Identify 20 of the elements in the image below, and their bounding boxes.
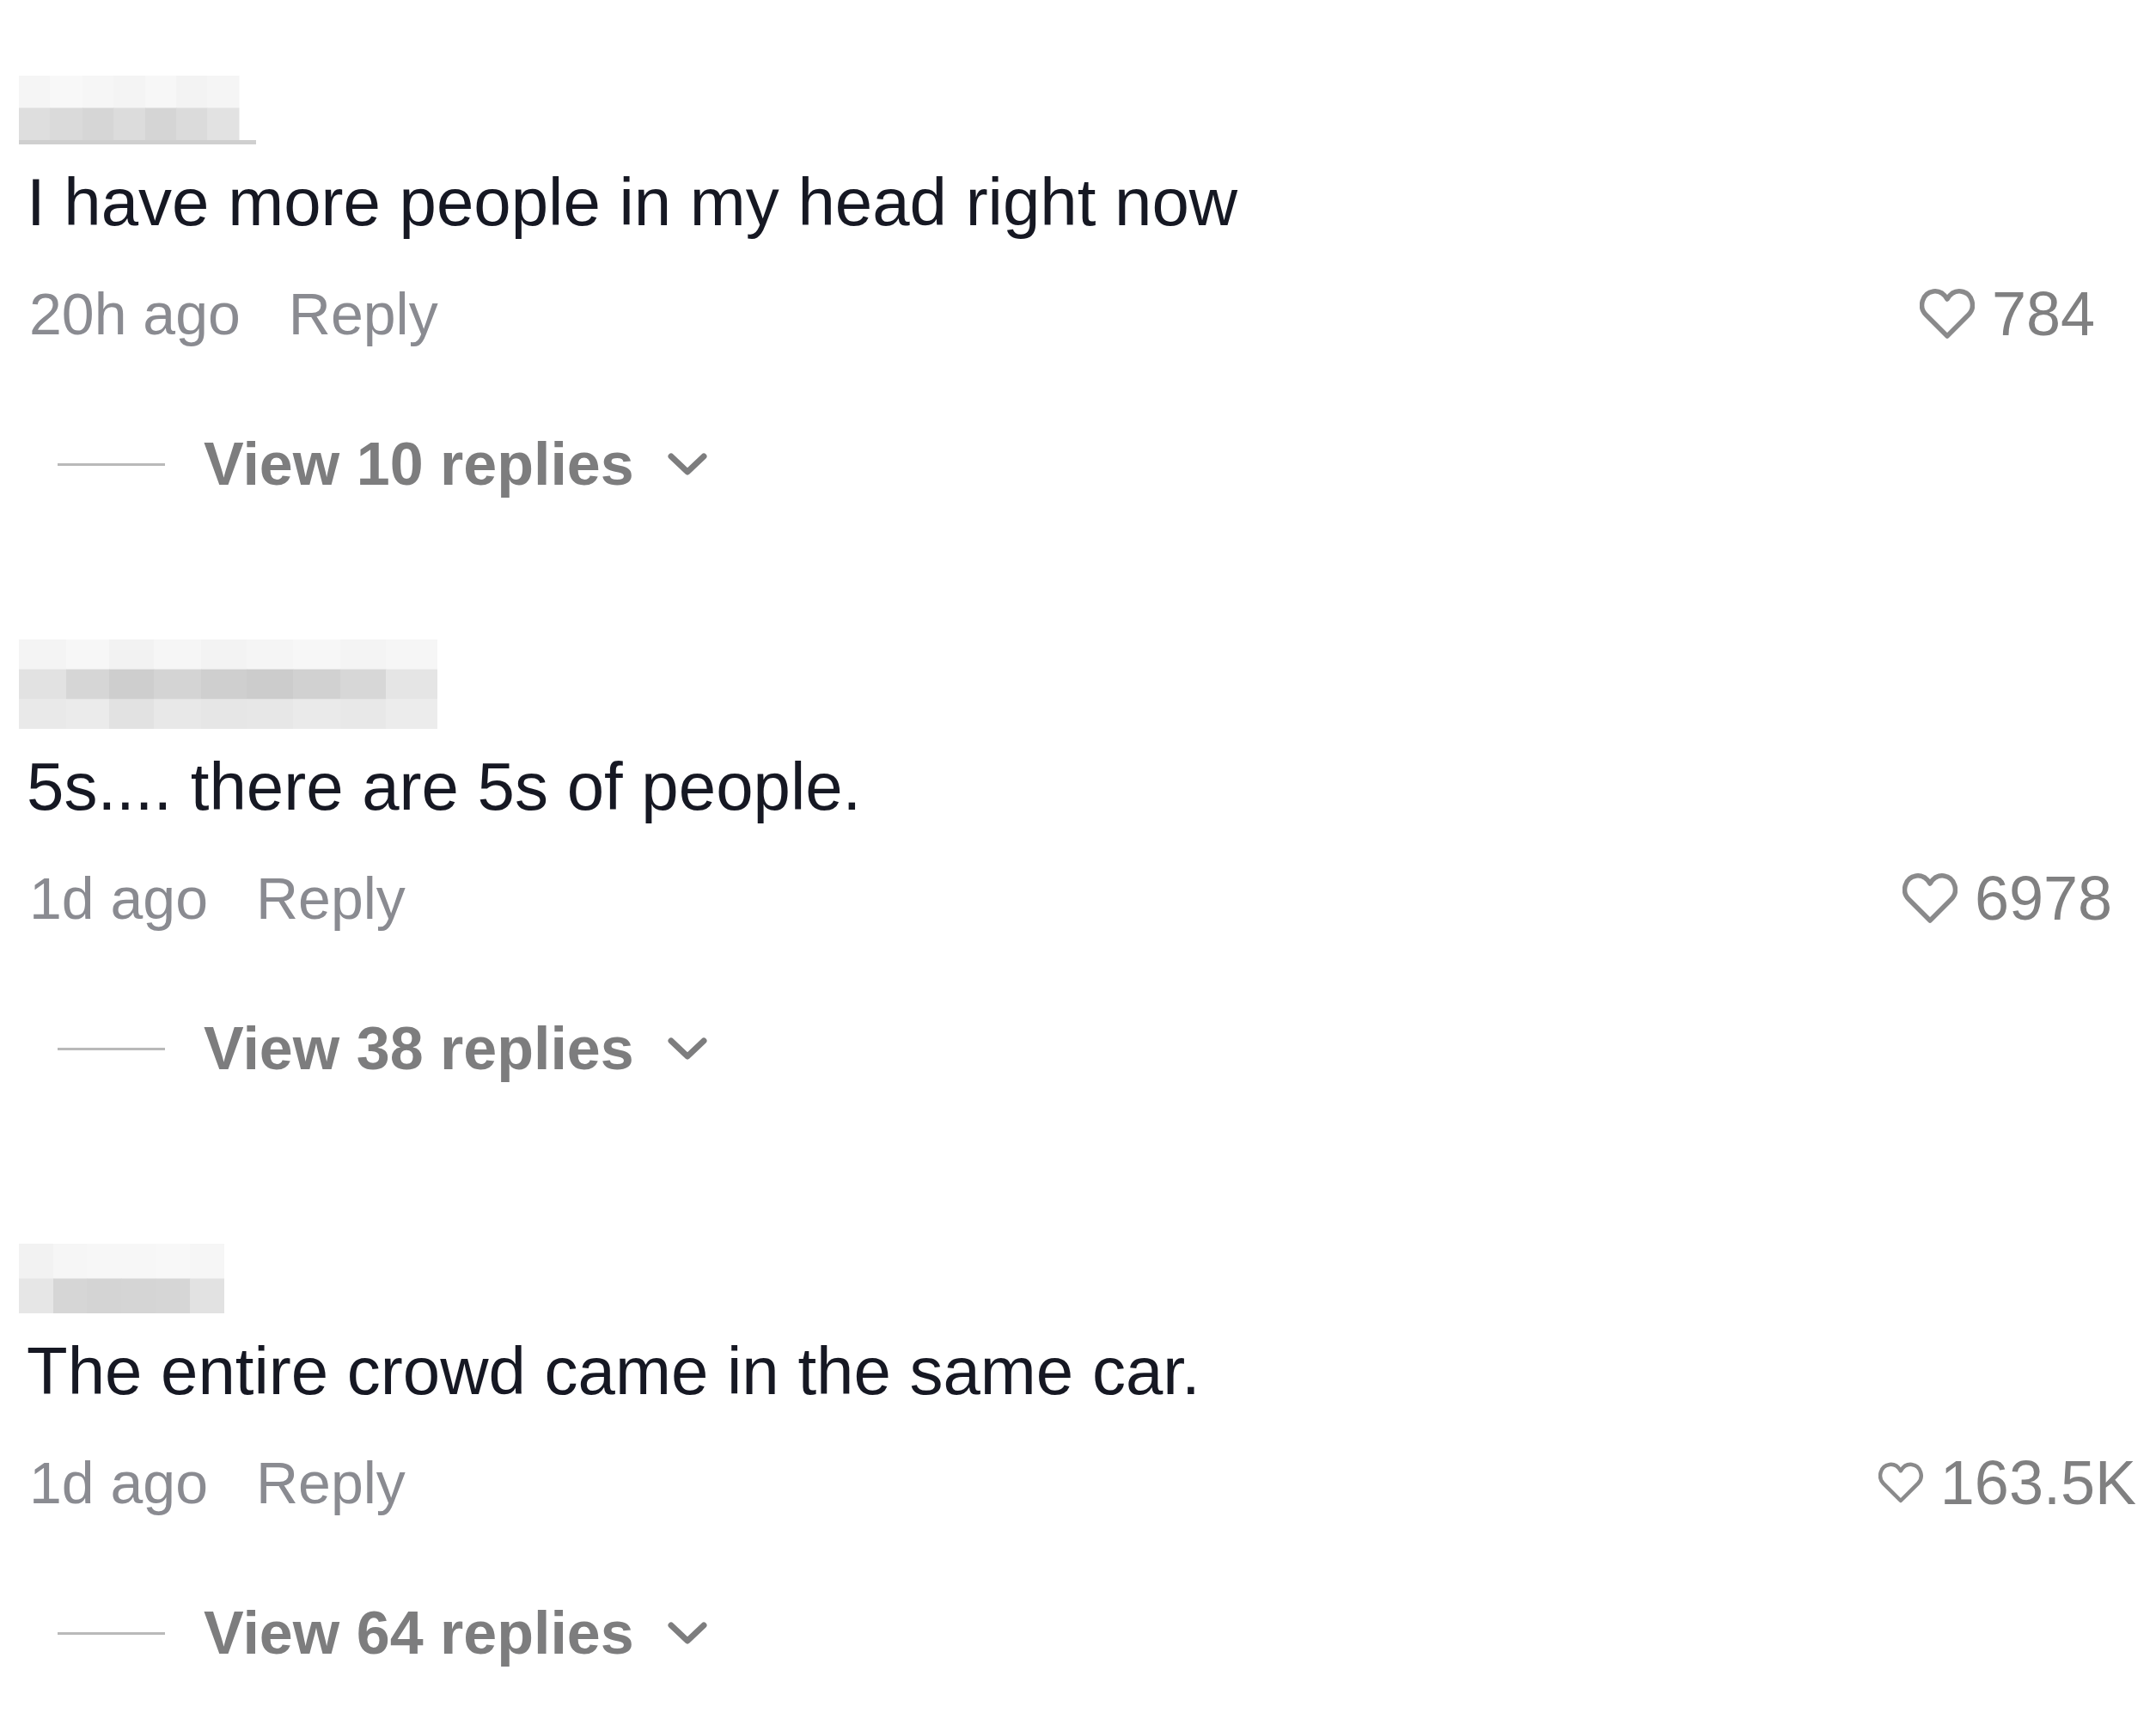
view-replies-button[interactable]: View 10 replies (204, 425, 708, 503)
reply-button[interactable]: Reply (256, 860, 406, 937)
like-count: 784 (1991, 278, 2096, 350)
comment-text: 5s.... there are 5s of people. (26, 748, 862, 825)
like-count: 6978 (1974, 863, 2113, 934)
view-replies-button[interactable]: View 38 replies (204, 1010, 708, 1087)
comment-text: I have more people in my head right now (26, 163, 1238, 241)
like-count: 163.5K (1939, 1447, 2136, 1519)
view-replies-button[interactable]: View 64 replies (204, 1594, 708, 1672)
timestamp: 1d ago (29, 1449, 208, 1517)
comment-text: The entire crowd came in the same car. (26, 1332, 1200, 1410)
heart-icon[interactable] (1919, 288, 1975, 340)
chevron-down-icon (666, 1036, 708, 1061)
chevron-down-icon (666, 451, 708, 477)
chevron-down-icon (666, 1620, 708, 1646)
reply-button[interactable]: Reply (256, 1444, 406, 1521)
timestamp: 1d ago (29, 865, 208, 933)
reply-button[interactable]: Reply (288, 275, 438, 352)
heart-icon[interactable] (1902, 872, 1958, 924)
timestamp: 20h ago (29, 280, 241, 348)
